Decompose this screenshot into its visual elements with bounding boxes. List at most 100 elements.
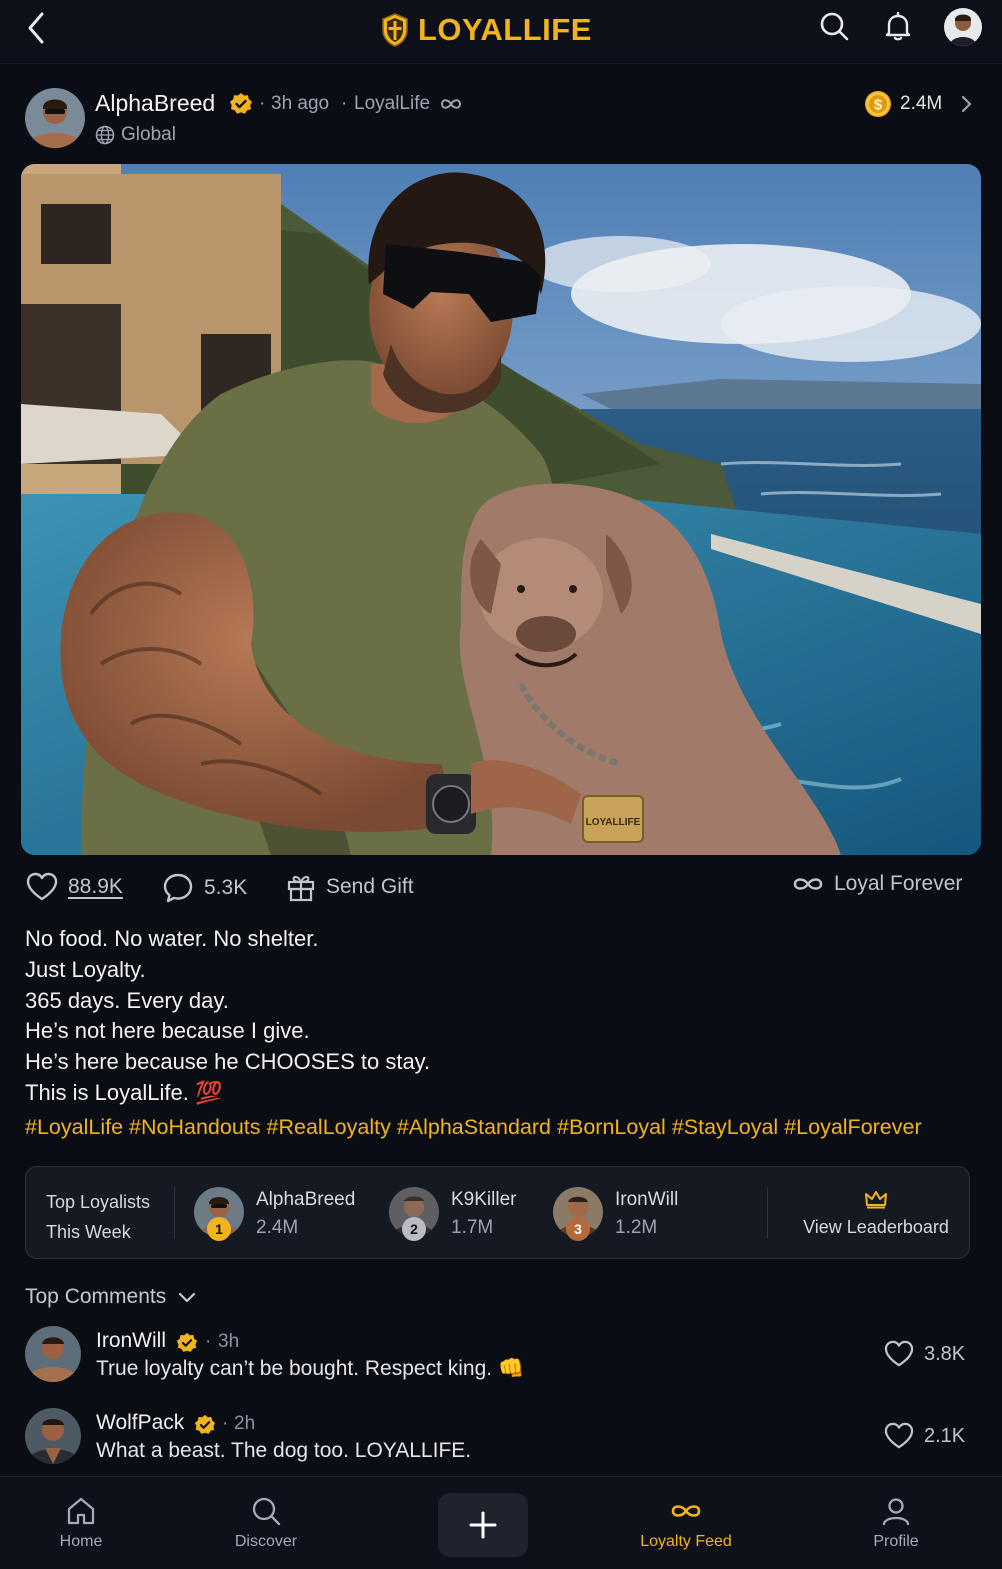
post-caption: No food. No water. No shelter. Just Loya… [25,924,975,1109]
profile-icon [882,1498,910,1526]
comment-like-button[interactable]: 2.1K [884,1422,965,1450]
comment-text: True loyalty can’t be bought. Respect ki… [96,1357,525,1380]
hashtag-link[interactable]: #BornLoyal [557,1115,666,1139]
svg-text:$: $ [874,97,883,114]
community-name[interactable]: LoyalLife [354,93,430,115]
comment-meta-dot: · [222,1413,229,1434]
audience-text: Global [121,124,176,145]
back-icon [28,12,44,44]
leaderboard-user-value: 1.7M [451,1217,494,1238]
comment-item: IronWill · 3h True loyalty can’t be boug… [0,1326,1002,1392]
chevron-down-icon [179,1292,196,1303]
plus-icon [469,1511,497,1539]
infinity-icon [440,99,462,109]
notifications-button[interactable] [882,10,914,42]
hashtags: #LoyalLife #NoHandouts #RealLoyalty #AlphaS… [25,1115,985,1140]
bell-icon [885,11,911,41]
leaderboard-user-value: 2.4M [256,1217,299,1238]
send-gift-button[interactable]: Send Gift [286,872,414,902]
nav-profile-label: Profile [873,1533,919,1550]
hashtag-link[interactable]: #LoyalLife [25,1115,123,1139]
divider [174,1187,175,1239]
infinity-icon [671,1505,701,1517]
post-image[interactable]: LOYALLIFE [21,164,981,855]
comment-text: What a beast. The dog too. LOYALLIFE. [96,1439,472,1462]
comment-button[interactable]: 5.3K [162,872,247,904]
chevron-right-icon [962,95,972,113]
comment-author[interactable]: IronWill [96,1329,166,1353]
top-comments-toggle[interactable]: Top Comments [25,1285,198,1309]
caption-line: He’s not here because I give. [25,1018,310,1044]
caption-line: 365 days. Every day. [25,987,229,1013]
comment-like-count: 3.8K [924,1342,966,1365]
create-post-button[interactable] [438,1493,528,1557]
nav-profile[interactable]: Profile [836,1495,956,1551]
dog-tag-text: LOYALLIFE [586,817,641,828]
globe-icon [95,125,115,145]
heart-icon [26,872,58,901]
comment-time: 3h [218,1331,240,1352]
loyal-forever-label: Loyal Forever [834,872,963,895]
nav-home[interactable]: Home [21,1495,141,1551]
caption-line: This is LoyalLife. 💯 [25,1079,223,1105]
coins-total[interactable]: $ 2.4M [864,90,978,118]
avatar[interactable] [25,1408,81,1464]
hashtag-link[interactable]: #NoHandouts [129,1115,260,1139]
author-avatar[interactable] [25,88,85,148]
loyal-forever-button[interactable]: Loyal Forever [792,872,962,896]
bottom-nav: Home Discover Loyalty Feed Profile [0,1476,1002,1569]
back-button[interactable] [18,10,54,46]
view-leaderboard-button[interactable]: View Leaderboard [796,1185,956,1241]
leaderboard-user-name: IronWill [615,1189,679,1210]
coins-value: 2.4M [900,93,943,114]
rank-badge: 1 [207,1217,231,1241]
comment-like-count: 2.1K [924,1424,966,1447]
gift-icon [287,875,315,902]
audience-label: Global [95,124,176,146]
like-count: 88.9K [68,875,123,898]
nav-home-label: Home [59,1533,103,1550]
hashtag-link[interactable]: #RealLoyalty [267,1115,391,1139]
leaderboard-user-value: 1.2M [615,1217,658,1238]
divider [767,1187,768,1239]
author-name[interactable]: AlphaBreed [95,90,215,117]
hashtag-link[interactable]: #StayLoyal [672,1115,778,1139]
leaderboard-title-line: Top Loyalists [46,1192,151,1212]
like-button[interactable]: 88.9K [26,872,123,902]
caption-line: Just Loyalty. [25,956,146,982]
nav-discover[interactable]: Discover [206,1495,326,1551]
heart-icon [884,1422,914,1449]
post-actions: 88.9K 5.3K Send Gift Loyal Forever [0,868,1002,912]
nav-loyalty-feed-label: Loyalty Feed [640,1533,732,1550]
post-meta-dot: · [341,93,348,114]
rank-badge: 2 [402,1217,426,1241]
post-meta-dot: · [259,93,266,114]
verified-badge-icon [230,93,252,114]
comment-item: WolfPack · 2h What a beast. The dog too.… [0,1408,1002,1474]
avatar[interactable] [944,8,982,46]
brand-logo[interactable]: LOYALLIFE [380,10,592,50]
comment-time: 2h [234,1413,256,1434]
search-icon [252,1497,281,1526]
hashtag-link[interactable]: #LoyalForever [784,1115,921,1139]
comment-like-button[interactable]: 3.8K [884,1340,965,1368]
crown-icon [865,1191,887,1209]
search-button[interactable] [818,10,850,42]
nav-loyalty-feed[interactable]: Loyalty Feed [616,1495,756,1551]
shield-logo-icon [382,13,408,47]
view-leaderboard-label: View Leaderboard [803,1217,949,1237]
comment-icon [163,873,193,903]
comment-author[interactable]: WolfPack [96,1411,184,1435]
infinity-icon [793,878,823,890]
leaderboard-title: Top Loyalists This Week [46,1187,150,1247]
post-header: AlphaBreed · 3h ago · LoyalLife Global $… [0,84,1002,154]
home-icon [67,1497,95,1525]
post-time: 3h ago [271,93,330,114]
hashtag-link[interactable]: #AlphaStandard [397,1115,551,1139]
nav-discover-label: Discover [234,1533,298,1550]
avatar[interactable] [25,1326,81,1382]
leaderboard-user-name: K9Killer [451,1189,517,1210]
leaderboard-subtitle: This Week [46,1222,131,1242]
comment-meta-dot: · [205,1331,212,1352]
caption-line: No food. No water. No shelter. [25,926,319,951]
